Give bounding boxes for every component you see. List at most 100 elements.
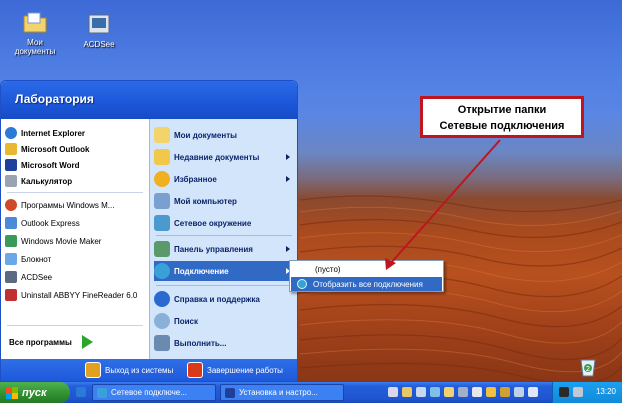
- quick-launch-ie-icon[interactable]: [76, 387, 86, 397]
- tray-icon[interactable]: [528, 387, 538, 397]
- place-help[interactable]: Справка и поддержка: [154, 289, 294, 309]
- desktop-icon-my-documents[interactable]: Мои документы: [6, 10, 64, 56]
- annotation-line-1: Открытие папки: [457, 104, 547, 116]
- place-favorites[interactable]: Избранное: [154, 169, 294, 189]
- recent-docs-icon: [154, 149, 170, 165]
- separator: [156, 285, 292, 286]
- green-arrow-icon: [81, 335, 93, 349]
- program-word[interactable]: Microsoft Word: [5, 157, 147, 173]
- place-label: Недавние документы: [174, 152, 260, 162]
- taskbar: пуск Сетевое подключе... Установка и нас…: [0, 382, 622, 403]
- chevron-right-icon: [286, 176, 290, 182]
- place-label: Сетевое окружение: [174, 218, 252, 228]
- recent-program[interactable]: ACDSee: [5, 269, 147, 285]
- recent-program[interactable]: Windows Movie Maker: [5, 233, 147, 249]
- system-tray: 13:20: [552, 382, 622, 403]
- place-network[interactable]: Сетевое окружение: [154, 213, 294, 233]
- submenu-item-show-all[interactable]: Отобразить все подключения: [291, 277, 442, 291]
- recycle-bin-icon[interactable]: 2: [576, 354, 600, 378]
- network-icon: [154, 215, 170, 231]
- all-programs-label: Все программы: [9, 337, 72, 347]
- place-recent-documents[interactable]: Недавние документы: [154, 147, 294, 167]
- program-label: Outlook Express: [21, 218, 80, 228]
- clock[interactable]: 13:20: [596, 387, 616, 396]
- tray-icon[interactable]: [430, 387, 440, 397]
- connect-globe-icon: [154, 263, 170, 279]
- network-tray-icon[interactable]: [559, 387, 569, 397]
- key-icon: [85, 362, 101, 378]
- tray-icon[interactable]: [402, 387, 412, 397]
- network-connections-icon: [297, 279, 307, 289]
- place-search[interactable]: Поиск: [154, 311, 294, 331]
- tray-icon[interactable]: [514, 387, 524, 397]
- windows-flag-icon: [6, 386, 18, 399]
- internet-explorer-icon: [5, 127, 17, 139]
- program-label: Программы Windows M...: [21, 200, 115, 210]
- program-label: Uninstall ABBYY FineReader 6.0: [21, 290, 138, 300]
- place-run[interactable]: Выполнить...: [154, 333, 294, 353]
- control-panel-icon: [154, 241, 170, 257]
- folder-icon: [154, 127, 170, 143]
- tray-icon[interactable]: [458, 387, 468, 397]
- task-button-network[interactable]: Сетевое подключе...: [92, 384, 216, 401]
- program-label: ACDSee: [21, 272, 53, 282]
- uninstall-icon: [5, 289, 17, 301]
- tray-icon[interactable]: [486, 387, 496, 397]
- network-connections-icon: [97, 387, 107, 398]
- start-menu-programs: Internet Explorer Microsoft Outlook Micr…: [1, 119, 149, 359]
- tray-icon[interactable]: [500, 387, 510, 397]
- word-icon: [5, 159, 17, 171]
- separator: [7, 325, 143, 326]
- annotation-line-2: Сетевые подключения: [439, 120, 565, 132]
- place-connect[interactable]: Подключение: [154, 261, 294, 281]
- separator: [7, 192, 143, 193]
- tray-icon[interactable]: [472, 387, 482, 397]
- place-label: Избранное: [174, 174, 217, 184]
- all-programs-button[interactable]: Все программы: [9, 335, 93, 349]
- place-control-panel[interactable]: Панель управления: [154, 239, 294, 259]
- chevron-right-icon: [286, 246, 290, 252]
- place-my-documents[interactable]: Мои документы: [154, 125, 294, 145]
- place-label: Подключение: [174, 266, 229, 276]
- program-label: Калькулятор: [21, 176, 73, 186]
- program-internet-explorer[interactable]: Internet Explorer: [5, 125, 147, 141]
- tray-icon[interactable]: [388, 387, 398, 397]
- program-outlook[interactable]: Microsoft Outlook: [5, 141, 147, 157]
- place-label: Панель управления: [174, 244, 253, 254]
- place-my-computer[interactable]: Мой компьютер: [154, 191, 294, 211]
- start-menu-places: Мои документы Недавние документы Избранн…: [149, 119, 297, 359]
- help-icon: [154, 291, 170, 307]
- desktop-icon-label: Мои документы: [14, 38, 56, 56]
- notepad-icon: [5, 253, 17, 265]
- submenu-item-empty: (пусто): [291, 262, 442, 276]
- start-button[interactable]: пуск: [0, 382, 70, 403]
- separator: [156, 235, 292, 236]
- desktop-icon-acdsee[interactable]: ACDSee: [70, 12, 128, 49]
- connect-submenu: (пусто) Отобразить все подключения: [289, 260, 444, 292]
- task-button-setup[interactable]: Установка и настро...: [220, 384, 344, 401]
- shutdown-button[interactable]: Завершение работы: [187, 362, 283, 378]
- calculator-icon: [5, 175, 17, 187]
- place-label: Выполнить...: [174, 338, 227, 348]
- folder-documents-icon: [23, 12, 47, 33]
- recent-program[interactable]: Блокнот: [5, 251, 147, 267]
- start-menu-body: Internet Explorer Microsoft Outlook Micr…: [1, 119, 297, 359]
- volume-tray-icon[interactable]: [573, 387, 583, 397]
- acdsee-icon: [5, 271, 17, 283]
- tray-icon[interactable]: [416, 387, 426, 397]
- recent-program[interactable]: Uninstall ABBYY FineReader 6.0: [5, 287, 147, 303]
- chevron-right-icon: [286, 154, 290, 160]
- outlook-express-icon: [5, 217, 17, 229]
- outlook-icon: [5, 143, 17, 155]
- recent-program[interactable]: Outlook Express: [5, 215, 147, 231]
- recent-program[interactable]: Программы Windows M...: [5, 197, 147, 213]
- program-calculator[interactable]: Калькулятор: [5, 173, 147, 189]
- windows-media-icon: [5, 199, 17, 211]
- computer-icon: [154, 193, 170, 209]
- place-label: Мой компьютер: [174, 196, 237, 206]
- logoff-button[interactable]: Выход из системы: [85, 362, 173, 378]
- tray-icon[interactable]: [444, 387, 454, 397]
- program-label: Windows Movie Maker: [21, 236, 102, 246]
- start-menu-footer: Выход из системы Завершение работы: [1, 359, 297, 381]
- run-icon: [154, 335, 170, 351]
